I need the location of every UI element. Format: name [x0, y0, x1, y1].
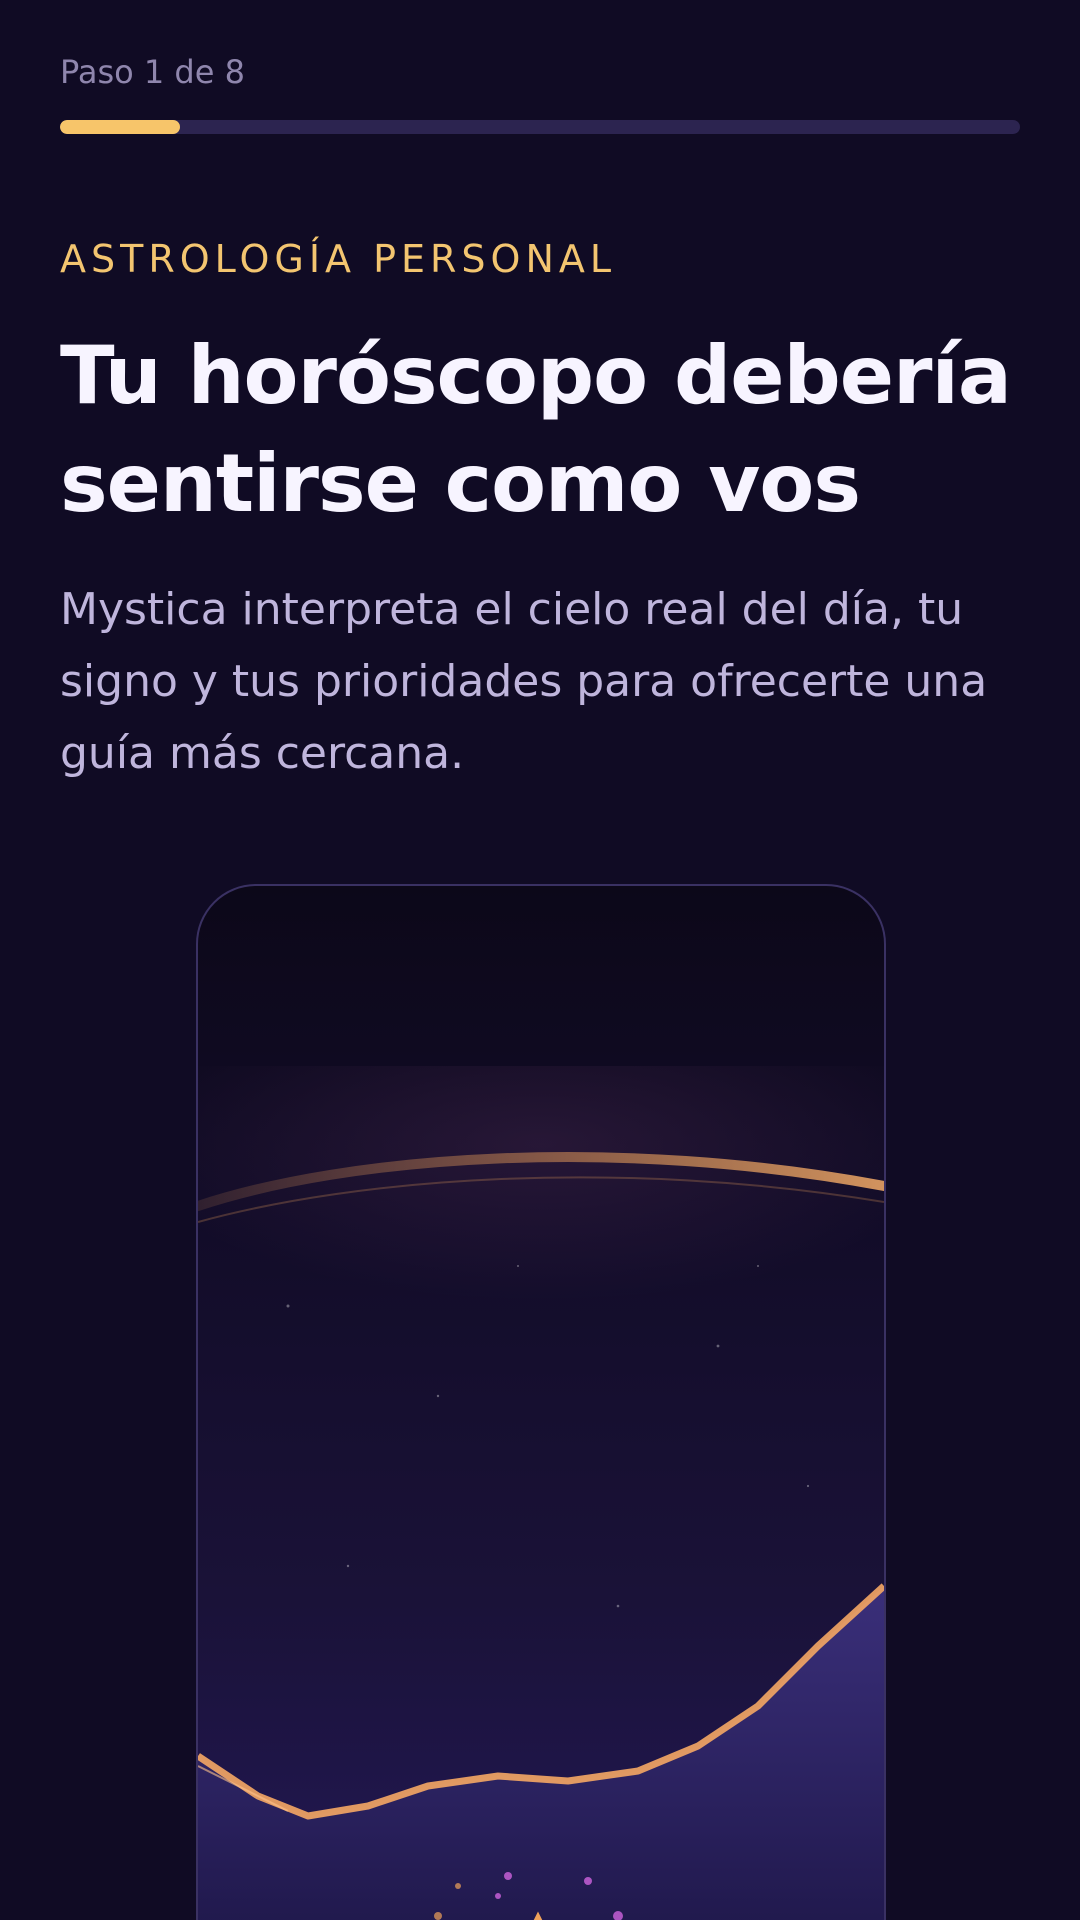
page-description: Mystica interpreta el cielo real del día… — [60, 584, 988, 779]
page-title: Tu horóscopo debería sentirse como vos — [60, 329, 1012, 530]
progress-bar — [60, 120, 1020, 134]
section-eyebrow: ASTROLOGÍA PERSONAL — [60, 237, 617, 281]
illustration-card — [196, 884, 886, 1920]
step-indicator: Paso 1 de 8 — [60, 53, 245, 91]
mystic-cat-illustration-icon — [198, 1066, 884, 1920]
progress-bar-fill — [60, 120, 180, 134]
